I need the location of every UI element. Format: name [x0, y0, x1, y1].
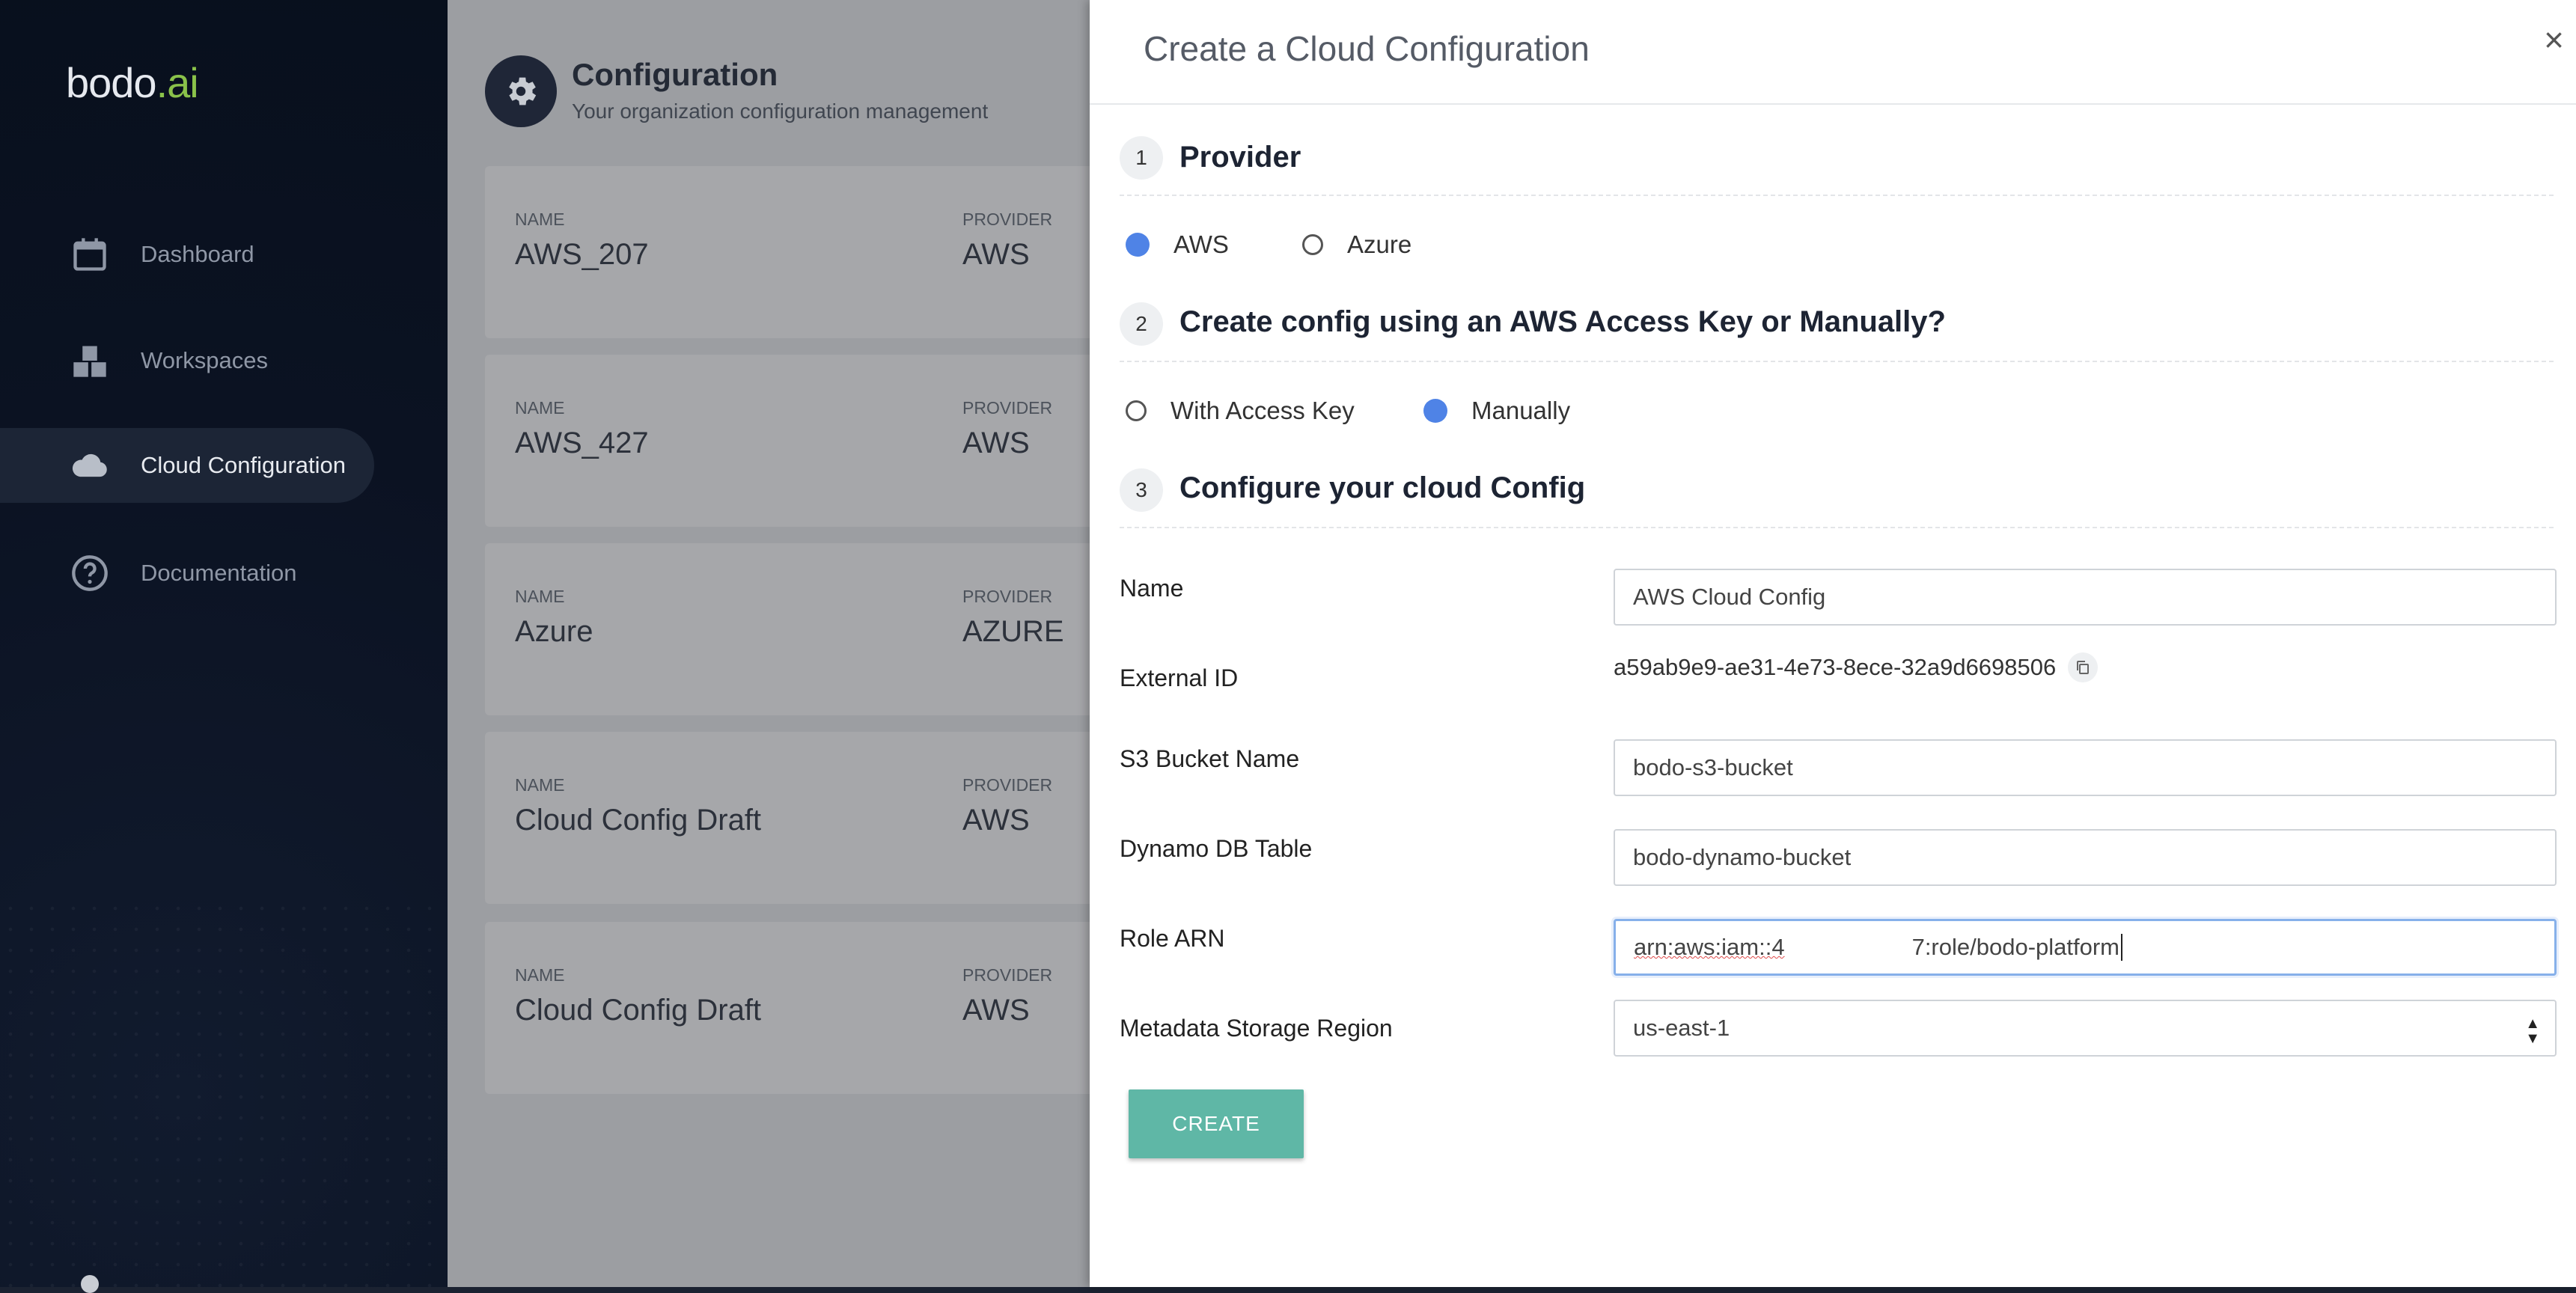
card-provider-header: PROVIDER: [962, 965, 1053, 985]
copy-icon[interactable]: [2068, 652, 2099, 682]
card-name: Cloud Config Draft: [515, 804, 762, 837]
sidebar: bodo.ai Dashboard Workspaces Cloud Confi…: [0, 0, 448, 1293]
radio-label: AWS: [1173, 230, 1229, 258]
create-config-panel: Create a Cloud Configuration × 1 Provide…: [1090, 0, 2576, 1287]
config-card[interactable]: NAME AWS_207 PROVIDER AWS: [485, 166, 1099, 338]
card-provider-header: PROVIDER: [962, 398, 1053, 418]
radio-selected-indicator: [1423, 399, 1447, 423]
dynamo-table-input[interactable]: bodo-dynamo-bucket: [1614, 829, 2557, 886]
sidebar-item-label: Documentation: [141, 560, 297, 586]
input-value-start: arn:aws:iam::4: [1634, 934, 1785, 960]
divider: [1090, 103, 2576, 105]
sidebar-item-documentation[interactable]: Documentation: [0, 536, 374, 611]
card-name: AWS_207: [515, 238, 649, 271]
role-arn-input[interactable]: arn:aws:iam::4 7:role/bodo-platform: [1614, 919, 2557, 976]
region-label: Metadata Storage Region: [1120, 1015, 1393, 1042]
step-title-configure: Configure your cloud Config: [1179, 471, 1586, 504]
chevron-updown-icon: ▲ ▼: [2525, 1015, 2540, 1047]
external-id-value: a59ab9e9-ae31-4e73-8ece-32a9d6698506: [1614, 652, 2099, 682]
card-name: Cloud Config Draft: [515, 994, 762, 1027]
radio-label: Manually: [1471, 397, 1571, 424]
card-name-header: NAME: [515, 965, 565, 985]
radio-indicator: [1126, 400, 1147, 421]
card-provider: AWS: [962, 804, 1030, 837]
sidebar-item-workspaces[interactable]: Workspaces: [0, 323, 374, 398]
logo-suffix: .ai: [156, 59, 199, 106]
step-title-method: Create config using an AWS Access Key or…: [1179, 305, 1946, 338]
create-button[interactable]: CREATE: [1129, 1089, 1304, 1158]
sidebar-item-label: Workspaces: [141, 347, 268, 373]
card-provider: AWS: [962, 427, 1030, 459]
s3-bucket-input[interactable]: bodo-s3-bucket: [1614, 739, 2557, 796]
region-select[interactable]: us-east-1 ▲ ▼: [1614, 1000, 2557, 1057]
input-value: AWS Cloud Config: [1633, 584, 1826, 610]
card-provider: AZURE: [962, 615, 1064, 648]
radio-with-access-key[interactable]: With Access Key: [1126, 397, 1355, 425]
divider: [1120, 195, 2554, 196]
text-caret: [2121, 934, 2123, 961]
cloud-icon: [67, 443, 112, 488]
page-title: Configuration: [572, 57, 778, 92]
card-name: Azure: [515, 615, 593, 648]
select-value: us-east-1: [1633, 1015, 1730, 1041]
step-number: 2: [1120, 302, 1163, 346]
step-title-provider: Provider: [1179, 141, 1301, 174]
radio-label: With Access Key: [1171, 397, 1355, 424]
config-card[interactable]: NAME Azure PROVIDER AZURE: [485, 543, 1099, 715]
card-provider-header: PROVIDER: [962, 775, 1053, 795]
page-subtitle: Your organization configuration manageme…: [572, 100, 989, 123]
panel-title: Create a Cloud Configuration: [1144, 29, 1590, 68]
calendar-icon: [67, 232, 112, 277]
question-circle-icon: [67, 551, 112, 596]
sidebar-item-cloud-configuration[interactable]: Cloud Configuration: [0, 428, 374, 503]
external-id-text: a59ab9e9-ae31-4e73-8ece-32a9d6698506: [1614, 654, 2057, 680]
config-card[interactable]: NAME Cloud Config Draft PROVIDER AWS: [485, 922, 1099, 1094]
external-id-label: External ID: [1120, 664, 1239, 691]
input-value: bodo-s3-bucket: [1633, 754, 1793, 780]
card-name-header: NAME: [515, 587, 565, 606]
logo[interactable]: bodo.ai: [66, 58, 199, 107]
sidebar-item-dashboard[interactable]: Dashboard: [0, 217, 374, 292]
radio-provider-azure[interactable]: Azure: [1302, 230, 1411, 259]
radio-manually[interactable]: Manually: [1423, 397, 1570, 425]
close-icon[interactable]: ×: [2544, 22, 2564, 57]
name-label: Name: [1120, 575, 1184, 602]
card-name-header: NAME: [515, 398, 565, 418]
config-card[interactable]: NAME AWS_427 PROVIDER AWS: [485, 355, 1099, 527]
sidebar-item-label: Dashboard: [141, 241, 254, 267]
name-input[interactable]: AWS Cloud Config: [1614, 569, 2557, 626]
input-value: bodo-dynamo-bucket: [1633, 844, 1852, 870]
card-name-header: NAME: [515, 775, 565, 795]
divider: [1120, 527, 2554, 528]
s3-bucket-label: S3 Bucket Name: [1120, 745, 1300, 772]
card-name-header: NAME: [515, 210, 565, 229]
boxes-icon: [67, 338, 112, 383]
dynamo-table-label: Dynamo DB Table: [1120, 835, 1313, 862]
card-provider-header: PROVIDER: [962, 210, 1053, 229]
card-name: AWS_427: [515, 427, 649, 459]
radio-indicator: [1302, 234, 1323, 255]
config-card[interactable]: NAME Cloud Config Draft PROVIDER AWS: [485, 732, 1099, 904]
card-provider: AWS: [962, 238, 1030, 271]
input-value-end: 7:role/bodo-platform: [1911, 934, 2120, 960]
card-provider-header: PROVIDER: [962, 587, 1053, 606]
logo-text: bodo: [66, 59, 157, 106]
sidebar-item-label: Cloud Configuration: [141, 452, 347, 478]
radio-provider-aws[interactable]: AWS: [1126, 230, 1229, 259]
step-number: 1: [1120, 136, 1163, 180]
avatar[interactable]: [81, 1275, 99, 1293]
gear-icon: [485, 55, 557, 127]
step-number: 3: [1120, 468, 1163, 512]
card-provider: AWS: [962, 994, 1030, 1027]
radio-selected-indicator: [1126, 233, 1150, 257]
radio-label: Azure: [1347, 230, 1412, 258]
role-arn-label: Role ARN: [1120, 925, 1225, 952]
divider: [1120, 361, 2554, 362]
